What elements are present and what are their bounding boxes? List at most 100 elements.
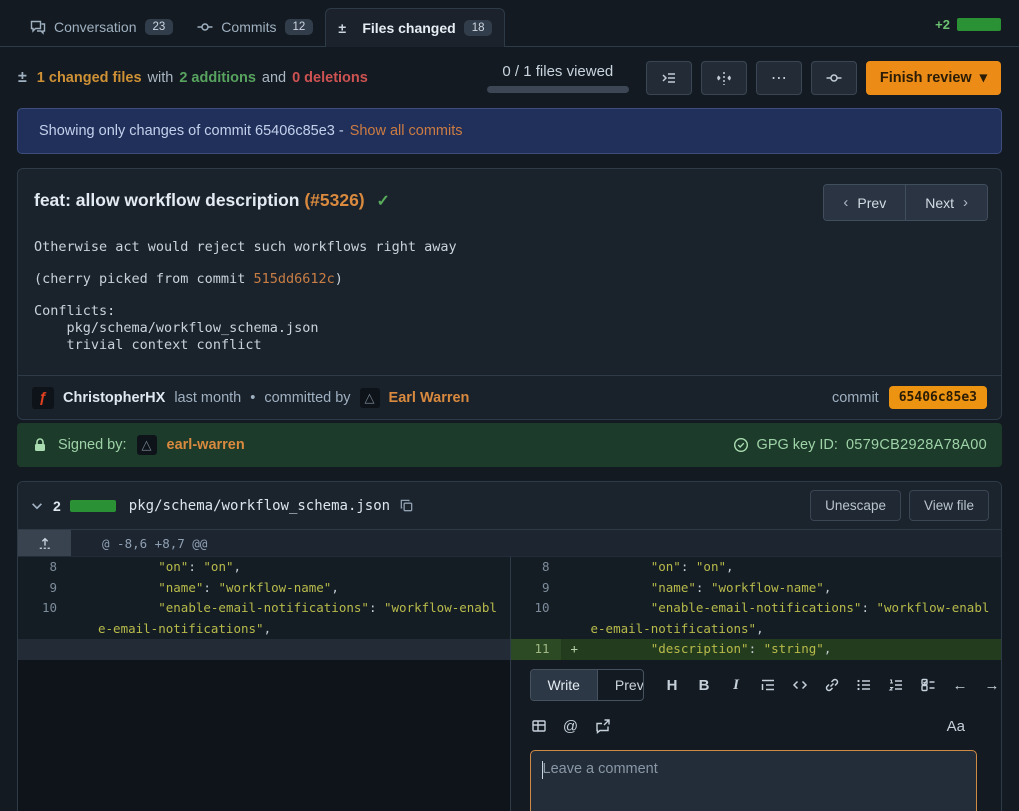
signer-avatar[interactable]: △	[137, 435, 157, 455]
pr-tab-bar: Conversation 23 Commits 12 ± Files chang…	[0, 0, 1019, 47]
diff-op-marker	[561, 598, 591, 639]
diff-op-marker	[68, 578, 98, 599]
cherry-pick-hash-link[interactable]: 515dd6612c	[253, 271, 334, 287]
commit-label: commit	[832, 390, 879, 406]
commit-conflicts-block: Conflicts: pkg/schema/workflow_schema.js…	[34, 303, 985, 354]
heading-icon[interactable]: H	[663, 676, 681, 694]
tab-commits[interactable]: Commits 12	[185, 8, 325, 46]
arrow-left-icon[interactable]: ←	[951, 676, 969, 694]
line-number[interactable]: 9	[18, 578, 68, 599]
line-number[interactable]: 9	[511, 578, 561, 599]
whitespace-toggle-button[interactable]	[701, 61, 747, 95]
commits-count-badge: 12	[285, 19, 314, 35]
commit-box: feat: allow workflow description (#5326)…	[17, 168, 1002, 420]
mention-icon[interactable]: @	[562, 717, 580, 735]
bold-icon[interactable]: B	[695, 676, 713, 694]
line-number[interactable]: 10	[511, 598, 561, 639]
unescape-button[interactable]: Unescape	[810, 490, 901, 521]
finish-review-label: Finish review	[880, 70, 972, 86]
cherry-pick-text: )	[335, 271, 343, 287]
cherry-pick-text: (cherry picked from commit	[34, 271, 253, 287]
diff-op-marker	[561, 557, 591, 578]
signature-row: Signed by: △ earl-warren GPG key ID: 057…	[17, 423, 1002, 467]
show-all-commits-link[interactable]: Show all commits	[350, 123, 463, 139]
commit-title: feat: allow workflow description (#5326)…	[34, 184, 390, 218]
signer-name-link[interactable]: earl-warren	[167, 437, 245, 453]
more-options-button[interactable]: ⋯	[756, 61, 802, 95]
pr-diff-stats: +2	[935, 17, 1001, 32]
file-change-count: 2	[53, 498, 61, 514]
plain-text-toggle[interactable]: Aa	[947, 718, 965, 735]
format-toolbar: H B I	[663, 676, 1001, 694]
code-icon[interactable]	[791, 676, 809, 694]
file-name: pkg/schema/workflow_schema.json	[129, 498, 390, 514]
diff-line: 11+ "description": "string",	[511, 639, 1002, 660]
line-number[interactable]: 8	[18, 557, 68, 578]
expand-hunk-button[interactable]	[18, 530, 71, 556]
split-diff: 8 "on": "on",9 "name": "workflow-name",1…	[18, 557, 1001, 660]
file-diff-stat-bar	[70, 500, 116, 512]
line-number[interactable]: 10	[18, 598, 68, 639]
tab-files-changed[interactable]: ± Files changed 18	[325, 8, 505, 47]
comment-textarea[interactable]	[530, 750, 977, 811]
diff-left-pane: 8 "on": "on",9 "name": "workflow-name",1…	[18, 557, 510, 660]
editor-toolbar-secondary: @ Aa	[530, 717, 1002, 735]
tab-conversation-label: Conversation	[54, 19, 137, 35]
diff-icon: ±	[338, 20, 354, 36]
code-line: "enable-email-notifications": "workflow-…	[98, 598, 510, 639]
copy-file-name-icon[interactable]	[399, 498, 414, 513]
quote-icon[interactable]	[759, 676, 777, 694]
diff-filler-row	[18, 639, 510, 660]
dot-separator: •	[250, 390, 255, 406]
unordered-list-icon[interactable]	[855, 676, 873, 694]
finish-review-button[interactable]: Finish review ▾	[866, 61, 1001, 95]
task-list-icon[interactable]	[919, 676, 937, 694]
file-diff-box: 2 pkg/schema/workflow_schema.json Unesca…	[17, 481, 1002, 811]
next-label: Next	[925, 195, 954, 211]
commit-filter-banner: Showing only changes of commit 65406c85e…	[17, 108, 1002, 154]
banner-text: Showing only changes of commit 65406c85e…	[39, 123, 344, 139]
files-viewed-progress	[487, 86, 629, 93]
line-number[interactable]: 11	[511, 639, 561, 660]
file-diff-header: 2 pkg/schema/workflow_schema.json Unesca…	[18, 482, 1001, 530]
view-file-button[interactable]: View file	[909, 490, 989, 521]
hunk-header-row: @ -8,6 +8,7 @@	[18, 530, 1001, 557]
diff-op-marker: +	[561, 639, 591, 660]
code-line: "on": "on",	[98, 557, 510, 578]
arrow-right-icon[interactable]: →	[983, 676, 1001, 694]
table-icon[interactable]	[530, 717, 548, 735]
author-avatar[interactable]: ƒ	[32, 387, 54, 409]
changed-files-link[interactable]: 1 changed files	[37, 70, 142, 86]
prev-commit-button[interactable]: ‹ Prev	[824, 185, 905, 220]
write-tab[interactable]: Write	[531, 670, 597, 700]
conversation-icon	[30, 19, 46, 35]
tab-conversation[interactable]: Conversation 23	[18, 8, 185, 46]
deletions-text: 0 deletions	[292, 70, 368, 86]
code-line: "name": "workflow-name",	[591, 578, 1002, 599]
gpg-key-value: 0579CB2928A78A00	[846, 437, 987, 453]
author-name-link[interactable]: ChristopherHX	[63, 390, 165, 406]
tab-commits-label: Commits	[221, 19, 276, 35]
line-number[interactable]: 8	[511, 557, 561, 578]
file-tree-toggle-button[interactable]	[646, 61, 692, 95]
commit-message-line: (cherry picked from commit 515dd6612c)	[34, 271, 985, 288]
italic-icon[interactable]: I	[727, 676, 745, 694]
diff-op-marker	[561, 578, 591, 599]
next-commit-button[interactable]: Next ›	[905, 185, 987, 220]
commit-sha-badge[interactable]: 65406c85e3	[889, 386, 987, 409]
commit-title-text: feat: allow workflow description	[34, 190, 304, 210]
diff-line: 9 "name": "workflow-name",	[511, 578, 1002, 599]
preview-tab[interactable]: Preview	[597, 670, 644, 700]
ordered-list-icon[interactable]	[887, 676, 905, 694]
commit-pager: ‹ Prev Next ›	[823, 184, 988, 221]
diff-line: 8 "on": "on",	[18, 557, 510, 578]
diff-icon: ±	[18, 69, 27, 87]
committer-name-link[interactable]: Earl Warren	[389, 390, 470, 406]
reference-icon[interactable]	[594, 717, 612, 735]
commit-select-button[interactable]	[811, 61, 857, 95]
collapse-file-chevron-icon[interactable]	[30, 499, 44, 513]
committer-avatar[interactable]: △	[360, 388, 380, 408]
pr-reference-link[interactable]: (#5326)	[304, 190, 364, 210]
link-icon[interactable]	[823, 676, 841, 694]
diff-op-marker	[68, 598, 98, 639]
